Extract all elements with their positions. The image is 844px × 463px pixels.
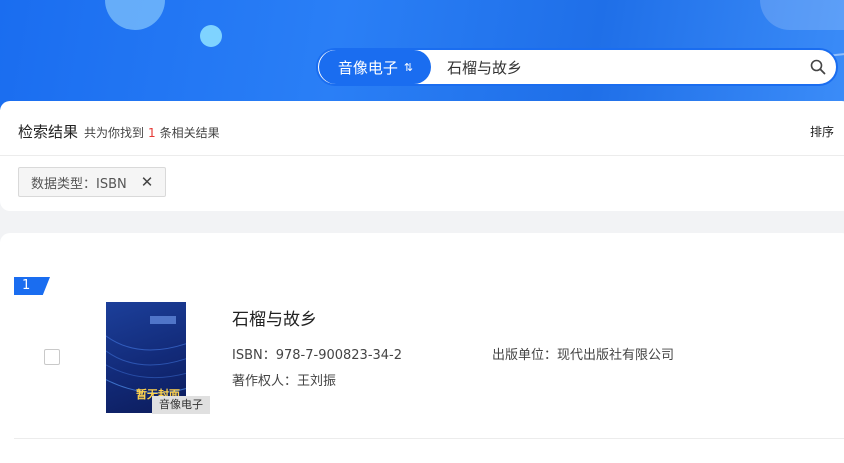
close-icon[interactable]: ✕: [141, 174, 154, 190]
media-type-badge: 音像电子: [152, 396, 210, 414]
results-found-suffix: 条相关结果: [159, 126, 220, 140]
divider: [0, 155, 844, 156]
banner-decoration: [105, 0, 165, 30]
results-count: 1: [148, 126, 156, 140]
search-button[interactable]: [800, 50, 836, 84]
result-copyright-holder: 著作权人：王刘振: [232, 374, 337, 389]
result-rank: 1: [14, 277, 50, 295]
filter-tag-label: 数据类型：ISBN: [31, 176, 127, 192]
banner-dot: [200, 25, 222, 47]
results-found-prefix: 共为你找到: [84, 126, 145, 140]
results-header-panel: 检索结果 共为你找到 1 条相关结果 排序 数据类型：ISBN ✕: [0, 101, 844, 211]
search-icon: [810, 59, 826, 75]
result-checkbox[interactable]: [44, 349, 60, 365]
results-title: 检索结果: [18, 123, 79, 141]
results-list: 1 暂无封面 音像电子 石榴与故乡 ISBN：978-7-900823-34-2…: [0, 233, 844, 463]
sort-button[interactable]: 排序: [810, 123, 834, 140]
result-isbn: ISBN：978-7-900823-34-2: [232, 348, 403, 363]
banner-shape: [760, 0, 844, 30]
result-title[interactable]: 石榴与故乡: [232, 305, 317, 330]
search-type-toggle[interactable]: 音像电子 ⇅: [319, 50, 431, 84]
result-publisher: 出版单位：现代出版社有限公司: [492, 348, 675, 363]
search-type-label: 音像电子: [337, 58, 398, 77]
results-summary: 检索结果 共为你找到 1 条相关结果: [18, 121, 220, 142]
swap-icon: ⇅: [403, 60, 413, 74]
filter-tag: 数据类型：ISBN ✕: [18, 167, 167, 197]
divider: [14, 438, 844, 439]
search-bar: 音像电子 ⇅: [316, 48, 838, 86]
search-input[interactable]: [445, 57, 800, 77]
